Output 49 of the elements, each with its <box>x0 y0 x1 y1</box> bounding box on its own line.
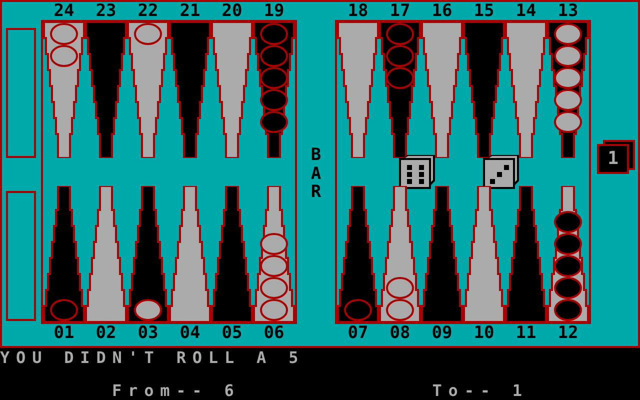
board-point[interactable] <box>379 22 421 158</box>
point-number: 15 <box>472 2 496 20</box>
checker[interactable] <box>554 89 582 111</box>
point-number: 07 <box>346 324 370 342</box>
point-number: 22 <box>136 2 160 20</box>
board-point[interactable] <box>43 186 85 322</box>
checker[interactable] <box>554 233 582 255</box>
bar-label: BAR <box>310 146 322 202</box>
point-number: 24 <box>52 2 76 20</box>
checker[interactable] <box>554 211 582 233</box>
to-prompt: To-- 1 <box>432 382 528 400</box>
checker[interactable] <box>260 111 288 133</box>
board-point[interactable] <box>463 22 505 158</box>
board-point[interactable] <box>253 22 295 158</box>
board-point[interactable] <box>127 186 169 322</box>
point-number: 20 <box>220 2 244 20</box>
board-point[interactable] <box>505 186 547 322</box>
checker[interactable] <box>260 233 288 255</box>
point-number: 17 <box>388 2 412 20</box>
board-point[interactable] <box>547 22 589 158</box>
point-number: 11 <box>514 324 538 342</box>
point-number: 23 <box>94 2 118 20</box>
point-number: 14 <box>514 2 538 20</box>
point-number: 04 <box>178 324 202 342</box>
board-point[interactable] <box>169 22 211 158</box>
point-number: 02 <box>94 324 118 342</box>
point-number: 19 <box>262 2 286 20</box>
board-point[interactable] <box>85 22 127 158</box>
board-point[interactable] <box>211 186 253 322</box>
point-number: 16 <box>430 2 454 20</box>
point-number: 03 <box>136 324 160 342</box>
point-number: 01 <box>52 324 76 342</box>
point-number: 05 <box>220 324 244 342</box>
checker[interactable] <box>260 89 288 111</box>
checker[interactable] <box>554 111 582 133</box>
status-message: YOU DIDN'T ROLL A 5 <box>0 349 306 367</box>
point-number: 21 <box>178 2 202 20</box>
board-point[interactable] <box>547 186 589 322</box>
point-number: 13 <box>556 2 580 20</box>
board-point[interactable] <box>337 186 379 322</box>
from-prompt: From-- 6 <box>112 382 240 400</box>
point-number: 06 <box>262 324 286 342</box>
point-number: 09 <box>430 324 454 342</box>
doubling-cube: 1 <box>597 140 635 174</box>
point-number: 10 <box>472 324 496 342</box>
point-number: 12 <box>556 324 580 342</box>
board-point[interactable] <box>421 186 463 322</box>
point-number: 08 <box>388 324 412 342</box>
point-number: 18 <box>346 2 370 20</box>
